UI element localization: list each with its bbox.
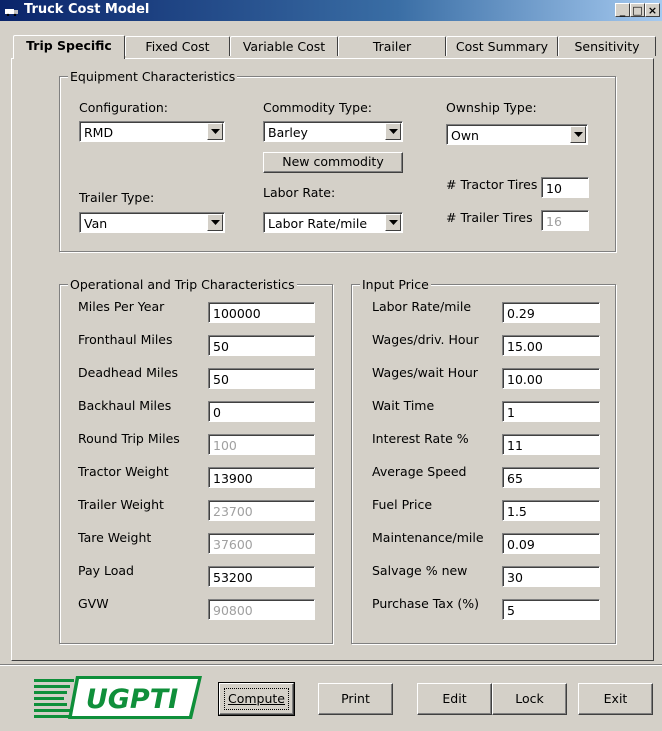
tab-trip-specific[interactable]: Trip Specific bbox=[13, 35, 125, 59]
truck-cost-model-window: Truck Cost Model _ □ × Trip Specific Fix… bbox=[0, 0, 662, 731]
labor-rate-label: Labor Rate: bbox=[263, 185, 336, 200]
operational-label: Tractor Weight bbox=[78, 464, 169, 479]
input_price-field[interactable]: 11 bbox=[502, 434, 600, 455]
operational-label: Deadhead Miles bbox=[78, 365, 179, 380]
input_price-label: Maintenance/mile bbox=[372, 530, 484, 545]
operational-field[interactable]: 0 bbox=[208, 401, 315, 422]
configuration-label: Configuration: bbox=[79, 100, 168, 115]
input_price-label: Salvage % new bbox=[372, 563, 468, 578]
trailer-type-select[interactable]: Van bbox=[79, 212, 225, 233]
input_price-field[interactable]: 65 bbox=[502, 467, 600, 488]
trailer-tires-field: 16 bbox=[541, 210, 589, 231]
chevron-down-icon[interactable] bbox=[207, 214, 223, 231]
input_price-label: Labor Rate/mile bbox=[372, 299, 472, 314]
group-title: Operational and Trip Characteristics bbox=[68, 277, 297, 292]
operational-field[interactable]: 53200 bbox=[208, 566, 315, 587]
tractor-tires-field[interactable]: 10 bbox=[541, 177, 589, 198]
trailer-type-label: Trailer Type: bbox=[79, 190, 155, 205]
chevron-down-icon[interactable] bbox=[385, 214, 401, 231]
ugpti-logo: UGPTI bbox=[32, 675, 204, 719]
commodity-type-select[interactable]: Barley bbox=[263, 121, 403, 142]
operational-field: 100 bbox=[208, 434, 315, 455]
tab-strip: Trip Specific Fixed Cost Variable Cost T… bbox=[0, 22, 662, 59]
input_price-field[interactable]: 5 bbox=[502, 599, 600, 620]
lock-button[interactable]: Lock bbox=[492, 683, 567, 715]
ownership-type-select[interactable]: Own bbox=[446, 124, 588, 145]
title-bar[interactable]: Truck Cost Model _ □ × bbox=[0, 0, 662, 21]
maximize-button[interactable]: □ bbox=[630, 3, 645, 17]
operational-label: Miles Per Year bbox=[78, 299, 165, 314]
input_price-field[interactable]: 0.29 bbox=[502, 302, 600, 323]
app-icon bbox=[5, 9, 18, 16]
operational-label: Trailer Weight bbox=[78, 497, 164, 512]
tab-trailer[interactable]: Trailer bbox=[338, 36, 446, 56]
edit-button[interactable]: Edit bbox=[417, 683, 492, 715]
input_price-field[interactable]: 1 bbox=[502, 401, 600, 422]
equipment-characteristics-group: Equipment Characteristics Configuration:… bbox=[59, 69, 616, 252]
input_price-field[interactable]: 30 bbox=[502, 566, 600, 587]
tab-fixed-cost[interactable]: Fixed Cost bbox=[125, 36, 230, 56]
minimize-icon: _ bbox=[619, 4, 626, 17]
input_price-label: Purchase Tax (%) bbox=[372, 596, 479, 611]
input_price-label: Interest Rate % bbox=[372, 431, 469, 446]
trip-specific-panel: Equipment Characteristics Configuration:… bbox=[11, 58, 654, 661]
minimize-button[interactable]: _ bbox=[615, 3, 630, 17]
labor-rate-select[interactable]: Labor Rate/mile bbox=[263, 212, 403, 233]
input_price-label: Average Speed bbox=[372, 464, 467, 479]
window-title: Truck Cost Model bbox=[24, 2, 150, 17]
input_price-field[interactable]: 0.09 bbox=[502, 533, 600, 554]
maximize-icon: □ bbox=[632, 4, 643, 17]
input_price-label: Wages/wait Hour bbox=[372, 365, 478, 380]
input_price-label: Wages/driv. Hour bbox=[372, 332, 479, 347]
commodity-type-label: Commodity Type: bbox=[263, 100, 372, 115]
group-title: Equipment Characteristics bbox=[68, 69, 238, 84]
print-button[interactable]: Print bbox=[318, 683, 393, 715]
tractor-tires-label: # Tractor Tires bbox=[446, 177, 538, 192]
ownership-type-label: Ownship Type: bbox=[446, 100, 537, 115]
compute-button[interactable]: Compute bbox=[218, 682, 295, 716]
divider bbox=[0, 664, 662, 666]
tab-cost-summary[interactable]: Cost Summary bbox=[446, 36, 558, 56]
input_price-field[interactable]: 10.00 bbox=[502, 368, 600, 389]
exit-button[interactable]: Exit bbox=[578, 683, 653, 715]
logo-text: UGPTI bbox=[86, 684, 178, 715]
group-title: Input Price bbox=[360, 277, 431, 292]
chevron-down-icon[interactable] bbox=[385, 123, 401, 140]
operational-label: Backhaul Miles bbox=[78, 398, 172, 413]
trailer-tires-label: # Trailer Tires bbox=[446, 210, 533, 225]
input-price-group: Input Price Labor Rate/mile 0.29 Wages/dri… bbox=[351, 277, 616, 644]
input_price-label: Fuel Price bbox=[372, 497, 433, 512]
chevron-down-icon[interactable] bbox=[570, 126, 586, 143]
new-commodity-button[interactable]: New commodity bbox=[263, 152, 403, 173]
operational-field: 23700 bbox=[208, 500, 315, 521]
operational-field[interactable]: 100000 bbox=[208, 302, 315, 323]
close-button[interactable]: × bbox=[645, 3, 660, 17]
close-icon: × bbox=[647, 4, 658, 17]
operational-field[interactable]: 13900 bbox=[208, 467, 315, 488]
configuration-select[interactable]: RMD bbox=[79, 121, 225, 142]
tab-variable-cost[interactable]: Variable Cost bbox=[230, 36, 338, 56]
input_price-field[interactable]: 15.00 bbox=[502, 335, 600, 356]
operational-field: 90800 bbox=[208, 599, 315, 620]
operational-field[interactable]: 50 bbox=[208, 335, 315, 356]
operational-trip-group: Operational and Trip Characteristics Mil… bbox=[59, 277, 333, 644]
operational-label: Tare Weight bbox=[78, 530, 152, 545]
operational-label: Pay Load bbox=[78, 563, 134, 578]
operational-field[interactable]: 50 bbox=[208, 368, 315, 389]
operational-field: 37600 bbox=[208, 533, 315, 554]
operational-label: GVW bbox=[78, 596, 109, 611]
tab-sensitivity[interactable]: Sensitivity bbox=[558, 36, 656, 56]
input_price-field[interactable]: 1.5 bbox=[502, 500, 600, 521]
operational-label: Fronthaul Miles bbox=[78, 332, 173, 347]
operational-label: Round Trip Miles bbox=[78, 431, 180, 446]
input_price-label: Wait Time bbox=[372, 398, 435, 413]
chevron-down-icon[interactable] bbox=[207, 123, 223, 140]
